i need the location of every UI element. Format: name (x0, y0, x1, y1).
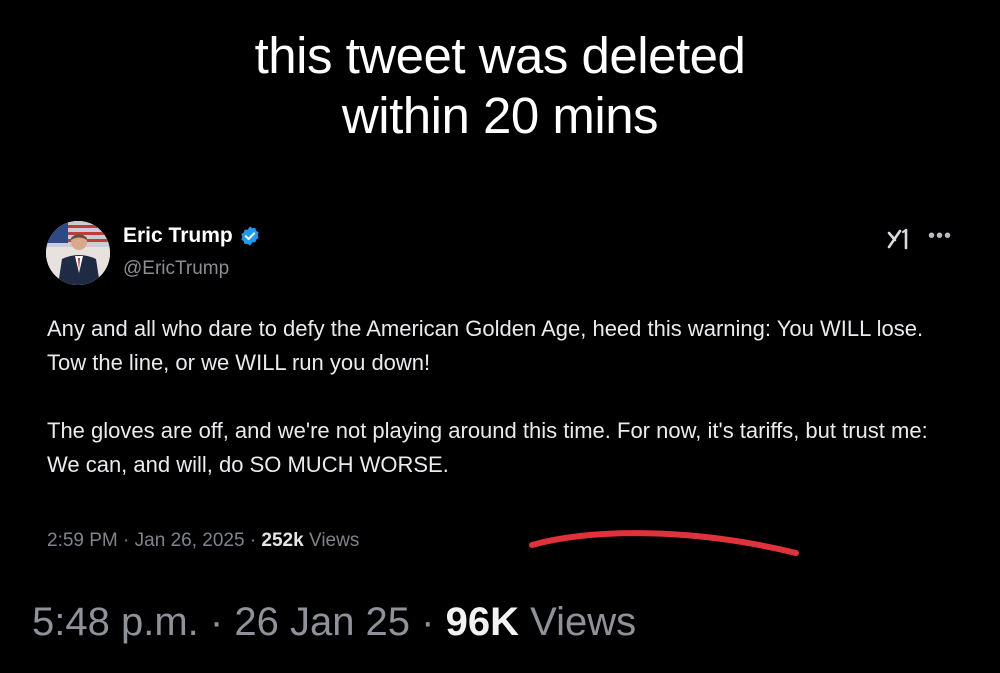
avatar[interactable] (46, 221, 110, 285)
caption-line-1: this tweet was deleted (254, 27, 746, 84)
caption-line-2: within 20 mins (341, 87, 659, 144)
tweet-time[interactable]: 2:59 PM (47, 530, 118, 551)
tweet-views-count: 252k (261, 530, 304, 551)
more-options-icon[interactable]: ••• (928, 226, 952, 246)
author-handle[interactable]: @EricTrump (123, 258, 229, 280)
red-underline-annotation (529, 530, 799, 556)
outer-post-meta: 5:48 p.m. · 26 Jan 25 · 96K Views (32, 600, 636, 645)
author-name[interactable]: Eric Trump (123, 224, 261, 248)
meta-separator: · (123, 530, 130, 551)
tweet-paragraph-1: Any and all who dare to defy the America… (47, 316, 924, 375)
outer-post-views-count: 96K (445, 600, 520, 644)
tweet-paragraph-2: The gloves are off, and we're not playin… (47, 418, 928, 477)
meta-separator: · (249, 530, 257, 551)
outer-meta-separator: · (421, 600, 435, 644)
outer-post-views-label: Views (530, 600, 637, 644)
tweet-date[interactable]: Jan 26, 2025 (135, 530, 245, 551)
tweet-text: Any and all who dare to defy the America… (47, 312, 947, 482)
verified-badge-icon (241, 226, 259, 246)
caption-text: this tweet was deleted within 20 mins (0, 26, 1000, 146)
author-name-text: Eric Trump (123, 224, 233, 247)
outer-meta-separator: · (209, 600, 224, 644)
tweet-views-label: Views (308, 530, 360, 551)
outer-post-date[interactable]: 26 Jan 25 (234, 600, 410, 644)
grok-icon[interactable] (886, 226, 912, 252)
tweet-meta: 2:59 PM · Jan 26, 2025 · 252k Views (47, 530, 359, 552)
avatar-image (46, 221, 110, 285)
outer-post-time[interactable]: 5:48 p.m. (32, 600, 199, 644)
